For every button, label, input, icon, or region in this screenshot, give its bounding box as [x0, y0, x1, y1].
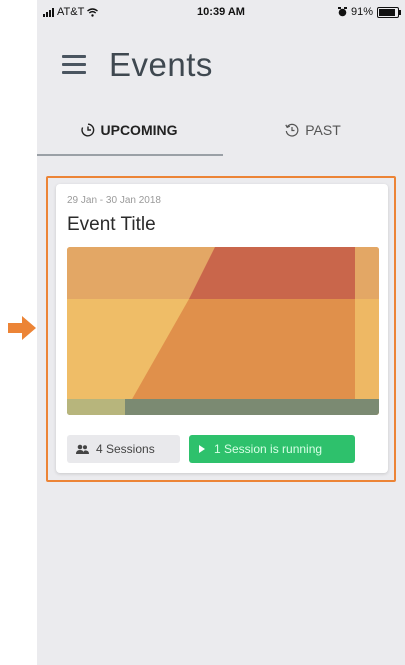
phone-screen: AT&T 10:39 AM 91% Events UPCOMING PAST 2… [37, 0, 405, 665]
running-session-button[interactable]: 1 Session is running [189, 435, 355, 463]
event-card[interactable]: 29 Jan - 30 Jan 2018 Event Title 4 Sessi… [56, 184, 388, 473]
status-right: 91% [337, 6, 401, 18]
history-icon [285, 123, 299, 137]
menu-icon[interactable] [62, 55, 86, 75]
app-header: Events [37, 40, 405, 90]
alarm-icon [337, 7, 347, 17]
running-session-label: 1 Session is running [214, 442, 323, 456]
tab-upcoming[interactable]: UPCOMING [37, 106, 221, 154]
page-title: Events [109, 46, 213, 83]
pointer-arrow-icon [8, 316, 36, 340]
tab-past-label: PAST [305, 122, 341, 138]
sessions-count-badge: 4 Sessions [67, 435, 180, 463]
sessions-count-label: 4 Sessions [96, 442, 155, 456]
event-cover-image [67, 247, 379, 415]
battery-percent: 91% [350, 6, 373, 18]
event-date: 29 Jan - 30 Jan 2018 [67, 195, 161, 206]
battery-icon [377, 6, 401, 18]
play-icon [199, 445, 205, 453]
tab-past[interactable]: PAST [221, 106, 405, 154]
status-bar: AT&T 10:39 AM 91% [37, 0, 405, 22]
tab-upcoming-label: UPCOMING [100, 122, 178, 138]
event-title: Event Title [67, 214, 156, 235]
tab-bar: UPCOMING PAST [37, 106, 405, 156]
active-tab-indicator [37, 154, 223, 156]
group-icon [76, 444, 89, 454]
clock-icon [80, 123, 94, 137]
